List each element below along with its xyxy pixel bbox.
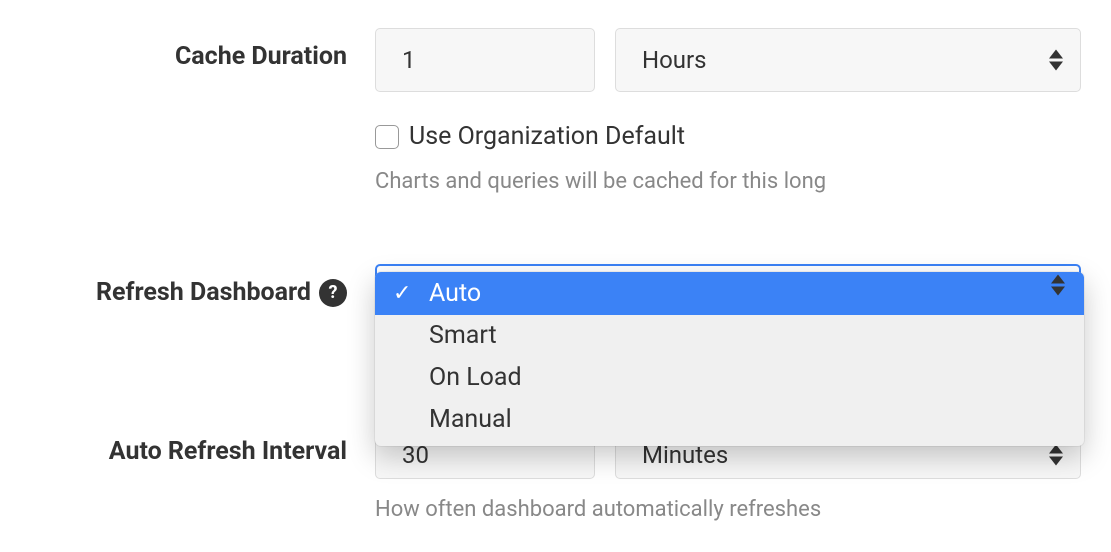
cache-duration-input-pair: Hours	[375, 28, 1081, 92]
use-org-default-label: Use Organization Default	[409, 122, 685, 151]
use-org-default-checkbox[interactable]	[375, 125, 399, 149]
dropdown-option-smart[interactable]: Smart	[375, 315, 1084, 357]
refresh-dashboard-label-col: Refresh Dashboard ?	[30, 264, 375, 307]
cache-duration-controls: Hours Use Organization Default Charts an…	[375, 28, 1081, 194]
refresh-dashboard-dropdown: ✓ Auto Smart On Load Manual	[375, 272, 1084, 446]
dropdown-option-auto[interactable]: ✓ Auto	[375, 272, 1084, 315]
use-org-default-row: Use Organization Default	[375, 122, 1081, 151]
dropdown-option-onload[interactable]: On Load	[375, 357, 1084, 399]
cache-duration-row: Cache Duration Hours Use Organization De…	[30, 28, 1081, 194]
help-icon[interactable]: ?	[319, 279, 347, 307]
cache-duration-unit-value: Hours	[615, 28, 1081, 92]
dropdown-option-label: Smart	[429, 321, 497, 350]
cache-duration-unit-select[interactable]: Hours	[615, 28, 1081, 92]
dropdown-option-label: On Load	[429, 363, 522, 392]
auto-refresh-interval-label: Auto Refresh Interval	[30, 431, 375, 466]
dropdown-option-label: Manual	[429, 405, 512, 434]
refresh-dashboard-controls: Auto ✓ Auto Smart On Load Manual	[375, 264, 1081, 328]
dropdown-option-label: Auto	[429, 279, 481, 308]
dropdown-option-manual[interactable]: Manual	[375, 399, 1084, 446]
cache-duration-label: Cache Duration	[30, 28, 375, 71]
cache-duration-help-text: Charts and queries will be cached for th…	[375, 169, 1081, 194]
refresh-dashboard-row: Refresh Dashboard ? Auto ✓ Auto Smart On…	[30, 264, 1081, 328]
refresh-dashboard-label: Refresh Dashboard	[96, 278, 311, 307]
auto-refresh-interval-help-text: How often dashboard automatically refres…	[375, 497, 1081, 522]
checkmark-icon: ✓	[393, 274, 411, 314]
cache-duration-value-input[interactable]	[375, 28, 595, 92]
